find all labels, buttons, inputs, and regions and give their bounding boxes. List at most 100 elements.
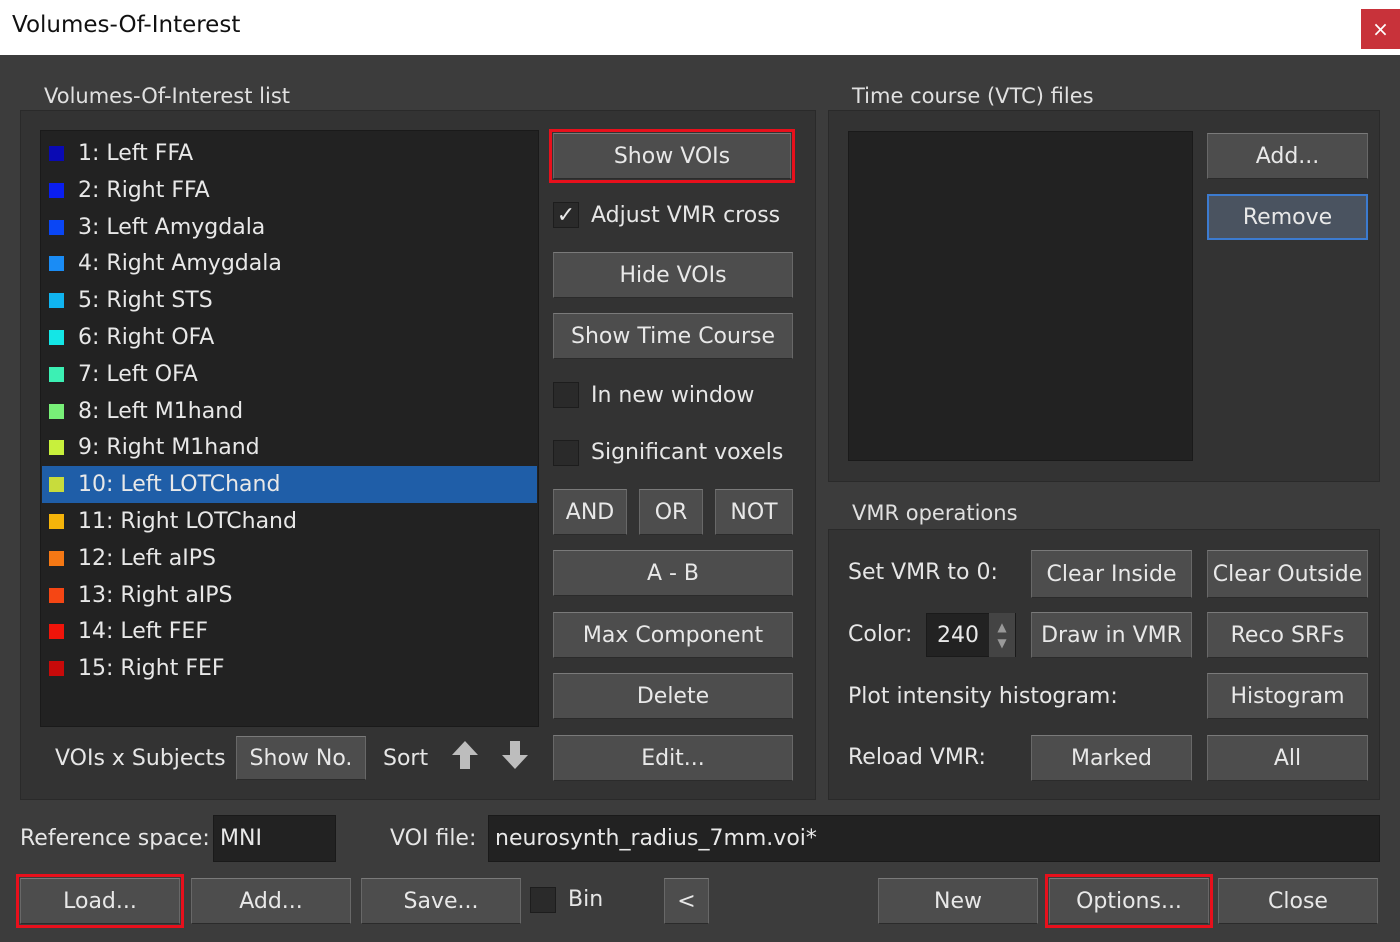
reference-space-label: Reference space: [20,826,210,851]
vmr-operations-label: VMR operations [852,501,1018,525]
voi-listbox[interactable]: 1: Left FFA 2: Right FFA 3: Left Amygdala 4… [40,130,539,727]
significant-voxels-label: Significant voxels [591,440,784,465]
voi-file-field[interactable]: neurosynth_radius_7mm.voi* [488,815,1380,862]
voi-item-label: 2: Right FFA [78,177,210,203]
voi-color-swatch [49,330,64,345]
or-button[interactable]: OR [639,489,703,535]
reload-vmr-label: Reload VMR: [848,745,986,770]
arrow-up-icon[interactable] [450,739,480,778]
collapse-button[interactable]: < [664,878,709,924]
bin-label: Bin [568,887,604,912]
voi-item-label: 4: Right Amygdala [78,251,282,277]
voi-item-label: 5: Right STS [78,288,213,314]
voi-color-swatch [49,477,64,493]
voi-list-item[interactable]: 6: Right OFA [42,319,537,356]
voi-color-swatch [49,550,64,566]
voi-list-item[interactable]: 12: Left aIPS [42,540,537,577]
voi-color-swatch [49,403,64,419]
voi-list-item[interactable]: 13: Right aIPS [42,577,537,614]
voi-list-item[interactable]: 2: Right FFA [42,172,537,209]
voi-item-label: 11: Right LOTChand [78,509,297,534]
edit-button[interactable]: Edit... [553,735,793,781]
voi-list-item[interactable]: 14: Left FEF [42,613,537,650]
set-vmr-label: Set VMR to 0: [848,560,998,585]
voi-item-label: 12: Left aIPS [78,545,216,571]
title-bar: Volumes-Of-Interest [0,0,1400,55]
voi-color-swatch [49,587,64,603]
voi-list-item[interactable]: 8: Left M1hand [42,393,537,430]
vtc-file-list[interactable] [848,131,1193,461]
voi-color-swatch [49,219,64,235]
plot-histogram-label: Plot intensity histogram: [848,684,1118,709]
voi-color-swatch [49,256,64,272]
hide-vois-button[interactable]: Hide VOIs [553,252,793,298]
voi-list-label: Volumes-Of-Interest list [44,84,291,108]
voi-list-item[interactable]: 10: Left LOTChand [42,466,537,504]
voi-list-item[interactable]: 7: Left OFA [42,356,537,393]
voi-item-label: 13: Right aIPS [78,582,233,608]
voi-color-swatch [49,182,64,198]
show-time-course-button[interactable]: Show Time Course [553,313,793,359]
reco-srfs-button[interactable]: Reco SRFs [1207,612,1368,658]
voi-list-item[interactable]: 15: Right FEF [42,650,537,687]
voi-color-swatch [49,366,64,382]
close-window-button[interactable]: × [1361,9,1400,49]
not-button[interactable]: NOT [715,489,793,535]
vtc-add-button[interactable]: Add... [1207,133,1368,179]
voi-item-label: 1: Left FFA [78,141,194,166]
color-label: Color: [848,622,913,647]
add-button[interactable]: Add... [191,878,351,924]
a-minus-b-button[interactable]: A - B [553,550,793,596]
arrow-down-icon[interactable] [500,739,530,778]
vois-x-subjects-label: VOIs x Subjects [55,746,226,771]
save-button[interactable]: Save... [361,878,521,924]
show-no-button[interactable]: Show No. [236,736,366,780]
delete-button[interactable]: Delete [553,673,793,719]
voi-item-label: 10: Left LOTChand [78,472,281,498]
spin-arrows-icon[interactable]: ▲ ▼ [989,613,1015,657]
voi-list-item[interactable]: 11: Right LOTChand [42,503,537,540]
voi-list-item[interactable]: 3: Left Amygdala [42,209,537,246]
color-value: 240 [937,622,979,648]
voi-list-item[interactable]: 5: Right STS [42,282,537,319]
voi-item-label: 8: Left M1hand [78,398,244,424]
voi-file-label: VOI file: [390,826,477,851]
voi-item-label: 9: Right M1hand [78,435,260,461]
significant-voxels-checkbox[interactable] [553,440,579,466]
voi-item-label: 3: Left Amygdala [78,214,266,240]
voi-item-label: 14: Left FEF [78,619,208,645]
show-vois-button[interactable]: Show VOIs [549,129,795,183]
clear-inside-button[interactable]: Clear Inside [1031,550,1192,598]
vtc-remove-button[interactable]: Remove [1207,194,1368,240]
voi-color-swatch [49,440,64,456]
in-new-window-label: In new window [591,383,755,408]
draw-in-vmr-button[interactable]: Draw in VMR [1031,612,1192,658]
and-button[interactable]: AND [553,489,627,535]
bin-checkbox[interactable] [530,887,556,913]
adjust-vmr-cross-checkbox[interactable]: ✓ [553,202,579,228]
load-button[interactable]: Load... [16,874,184,928]
voi-item-label: 7: Left OFA [78,361,198,387]
marked-button[interactable]: Marked [1031,735,1192,781]
voi-list-item[interactable]: 1: Left FFA [42,135,537,172]
voi-item-label: 6: Right OFA [78,325,215,350]
max-component-button[interactable]: Max Component [553,612,793,658]
voi-color-swatch [49,293,64,309]
reference-space-field[interactable]: MNI [213,815,336,862]
new-button[interactable]: New [878,878,1038,924]
all-button[interactable]: All [1207,735,1368,781]
voi-color-swatch [49,624,64,640]
vtc-files-label: Time course (VTC) files [852,84,1094,108]
adjust-vmr-cross-label: Adjust VMR cross [591,203,781,228]
close-button[interactable]: Close [1218,878,1378,924]
sort-label: Sort [383,746,429,771]
voi-item-label: 15: Right FEF [78,656,225,682]
window-title: Volumes-Of-Interest [12,12,241,38]
voi-list-item[interactable]: 9: Right M1hand [42,429,537,466]
options-button[interactable]: Options... [1045,874,1213,928]
clear-outside-button[interactable]: Clear Outside [1207,550,1368,598]
in-new-window-checkbox[interactable] [553,382,579,408]
voi-list-item[interactable]: 4: Right Amygdala [42,245,537,282]
histogram-button[interactable]: Histogram [1207,673,1368,719]
color-spinbox[interactable]: 240 ▲ ▼ [926,613,1016,657]
